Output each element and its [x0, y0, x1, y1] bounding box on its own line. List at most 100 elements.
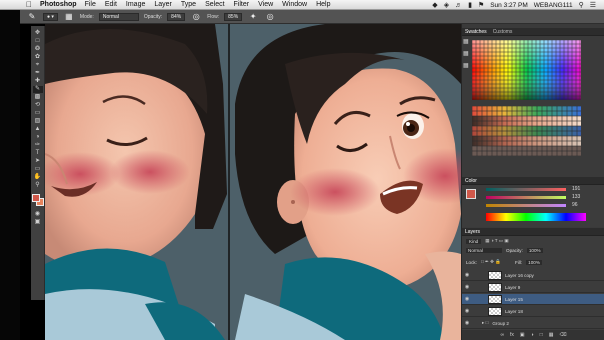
brush-tool-icon[interactable]: ✎ — [26, 12, 38, 22]
brush-preset-picker[interactable]: ● ▾ — [43, 12, 58, 21]
new-layer-icon[interactable]: ▦ — [549, 332, 554, 338]
tab-layers[interactable]: Layers — [465, 229, 480, 235]
color-fg-swatch[interactable] — [466, 189, 476, 199]
panel-icon-2[interactable]: ▦ — [463, 50, 469, 57]
slider-b[interactable] — [486, 204, 566, 207]
tab-color[interactable]: Color — [465, 178, 477, 184]
menu-edit[interactable]: Edit — [105, 1, 117, 8]
filter-icons[interactable]: ▦ ◑ T ▭ ▣ — [485, 238, 509, 244]
lock-icons[interactable]: □ ✒ ✥ 🔒 — [481, 259, 501, 265]
zoom-tool-icon[interactable]: ⚲ — [33, 182, 43, 189]
airbrush-icon[interactable]: ✦ — [247, 12, 259, 22]
menu-window[interactable]: Window — [282, 1, 307, 8]
layer-row[interactable]: ◉ Layer 18 — [462, 306, 604, 317]
dropbox-icon[interactable]: ◆ — [432, 1, 437, 9]
swatches-grid[interactable] — [472, 40, 581, 100]
foreground-color-swatch[interactable] — [31, 194, 40, 202]
value-b[interactable]: 96 — [572, 202, 578, 208]
eye-icon[interactable]: ◉ — [462, 284, 472, 290]
healing-tool-icon[interactable]: ✚ — [33, 78, 43, 85]
pen-tool-icon[interactable]: ✑ — [33, 142, 43, 149]
layer-name[interactable]: Layer 18 — [505, 309, 523, 314]
quick-mask-icon[interactable]: ◉ — [33, 211, 43, 218]
blend-mode-select[interactable]: Normal — [466, 248, 502, 253]
pressure-size-icon[interactable]: ◎ — [264, 12, 276, 22]
menu-layer[interactable]: Layer — [154, 1, 172, 8]
menu-file[interactable]: File — [85, 1, 96, 8]
layer-name[interactable]: Group 2 — [492, 321, 509, 326]
clock[interactable]: Sun 3:27 PM — [490, 2, 528, 9]
screen-mode-icon[interactable]: ▣ — [33, 219, 43, 226]
eyedropper-tool-icon[interactable]: ✒ — [33, 70, 43, 77]
custom-swatches[interactable] — [472, 106, 581, 156]
blur-tool-icon[interactable]: ▲ — [33, 126, 43, 133]
menu-image[interactable]: Image — [126, 1, 145, 8]
color-swatches[interactable] — [31, 194, 44, 206]
marquee-tool-icon[interactable]: □ — [33, 38, 43, 45]
layer-name[interactable]: Layer 15 — [505, 297, 523, 302]
shape-tool-icon[interactable]: ▭ — [33, 166, 43, 173]
mask-icon[interactable]: ▣ — [520, 332, 525, 338]
layer-row-group[interactable]: ◉ ▸ □ Group 2 — [462, 318, 604, 329]
kind-select[interactable]: Kind — [466, 238, 482, 244]
eye-icon[interactable]: ◉ — [462, 296, 472, 302]
layer-opacity-input[interactable]: 100% — [526, 248, 543, 253]
color-ramp[interactable] — [486, 213, 586, 221]
quick-select-tool-icon[interactable]: ✿ — [33, 54, 43, 61]
flow-input[interactable]: 85% — [224, 12, 243, 21]
dodge-tool-icon[interactable]: ◑ — [33, 134, 43, 141]
battery-icon[interactable]: ▮ — [468, 1, 472, 9]
value-g[interactable]: 133 — [572, 194, 580, 200]
eraser-tool-icon[interactable]: ▭ — [33, 110, 43, 117]
user-name[interactable]: WEBANG111 — [534, 2, 573, 9]
menu-help[interactable]: Help — [316, 1, 330, 8]
lasso-tool-icon[interactable]: ❂ — [33, 46, 43, 53]
tab-swatches[interactable]: Swatches — [465, 29, 487, 35]
brush-panel-icon[interactable]: ▦ — [63, 12, 75, 22]
layer-row[interactable]: ◉ Layer 16 copy — [462, 270, 604, 281]
move-tool-icon[interactable]: ✥ — [33, 30, 43, 37]
gradient-tool-icon[interactable]: ▧ — [33, 118, 43, 125]
eye-icon[interactable]: ◉ — [462, 308, 472, 314]
trash-icon[interactable]: ⌫ — [559, 332, 566, 338]
clone-stamp-tool-icon[interactable]: ▩ — [33, 94, 43, 101]
slider-g[interactable] — [486, 196, 566, 199]
path-select-tool-icon[interactable]: ➤ — [33, 158, 43, 165]
eye-icon[interactable]: ◉ — [462, 320, 472, 326]
value-r[interactable]: 191 — [572, 186, 580, 192]
new-group-icon[interactable]: □ — [540, 332, 543, 338]
layer-name[interactable]: Layer 9 — [505, 285, 520, 290]
brush-tool-icon-active[interactable]: ✎ — [32, 86, 43, 93]
layer-name[interactable]: Layer 16 copy — [505, 273, 534, 278]
volume-icon[interactable]: ♬ — [455, 2, 462, 9]
list-icon[interactable]: ☰ — [590, 1, 596, 9]
app-menu-photoshop[interactable]: Photoshop — [40, 1, 77, 8]
menu-type[interactable]: Type — [181, 1, 196, 8]
type-tool-icon[interactable]: T — [33, 150, 43, 157]
fill-input[interactable]: 100% — [526, 259, 542, 265]
search-icon[interactable]: ⚲ — [579, 1, 584, 9]
fx-icon[interactable]: fx — [510, 332, 514, 338]
pressure-opacity-icon[interactable]: ◎ — [190, 12, 202, 22]
crop-tool-icon[interactable]: ⌖ — [33, 62, 43, 69]
panel-icon-1[interactable]: ▦ — [463, 38, 469, 45]
slider-r[interactable] — [486, 188, 566, 191]
panel-icon-3[interactable]: ▦ — [463, 62, 469, 69]
tab-customs[interactable]: Customs — [493, 29, 513, 35]
wifi-icon[interactable]: ◈ — [444, 1, 449, 9]
apple-icon[interactable]:  — [20, 0, 38, 9]
layer-row[interactable]: ◉ Layer 9 — [462, 282, 604, 293]
menu-select[interactable]: Select — [205, 1, 224, 8]
opacity-input[interactable]: 84% — [167, 12, 186, 21]
document-canvas[interactable] — [45, 24, 461, 340]
history-brush-tool-icon[interactable]: ⟲ — [33, 102, 43, 109]
menu-view[interactable]: View — [258, 1, 273, 8]
hand-tool-icon[interactable]: ✋ — [33, 174, 43, 181]
mode-select[interactable]: Normal — [98, 12, 139, 21]
menu-filter[interactable]: Filter — [234, 1, 250, 8]
eye-icon[interactable]: ◉ — [462, 272, 472, 278]
adjustment-icon[interactable]: ◑ — [531, 332, 534, 338]
link-icon[interactable]: ∞ — [500, 332, 504, 338]
flag-icon[interactable]: ⚑ — [478, 1, 484, 9]
layer-row-selected[interactable]: ◉ Layer 15 — [462, 294, 604, 305]
